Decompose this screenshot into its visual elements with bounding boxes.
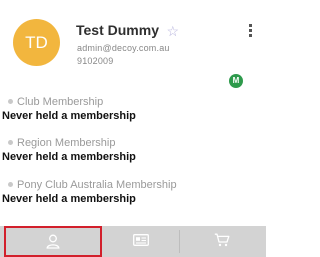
region-membership-value: Never held a membership: [2, 151, 136, 163]
member-id: 9102009: [77, 56, 114, 66]
user-icon: [46, 234, 60, 249]
id-card-icon: [133, 234, 149, 246]
member-status-badge: M: [229, 74, 243, 88]
tab-cart[interactable]: [180, 226, 266, 257]
bottom-tab-bar: [0, 226, 266, 257]
club-membership-label: Club Membership: [2, 96, 264, 108]
member-card: TD Test Dummy ☆ admin@decoy.com.au 91020…: [0, 0, 266, 257]
cart-icon: [214, 233, 230, 247]
region-membership: Region Membership Never held a membershi…: [2, 137, 264, 163]
pca-membership: Pony Club Australia Membership Never hel…: [2, 179, 264, 205]
pca-membership-value: Never held a membership: [2, 193, 136, 205]
bullet-icon: [8, 99, 13, 105]
more-options-icon[interactable]: [245, 24, 255, 42]
pca-membership-label: Pony Club Australia Membership: [2, 179, 264, 191]
region-membership-label: Region Membership: [2, 137, 264, 149]
name-row: Test Dummy ☆: [76, 22, 179, 40]
star-icon[interactable]: ☆: [166, 23, 179, 40]
club-membership-value: Never held a membership: [2, 110, 136, 122]
bullet-icon: [8, 182, 13, 188]
club-membership: Club Membership Never held a membership: [2, 96, 264, 122]
profile-header: TD Test Dummy ☆ admin@decoy.com.au 91020…: [8, 14, 258, 74]
tab-cards[interactable]: [104, 226, 179, 257]
bullet-icon: [8, 140, 13, 146]
member-email: admin@decoy.com.au: [77, 43, 170, 53]
member-name: Test Dummy: [76, 22, 159, 38]
tab-profile[interactable]: [4, 226, 102, 257]
avatar: TD: [13, 19, 60, 66]
